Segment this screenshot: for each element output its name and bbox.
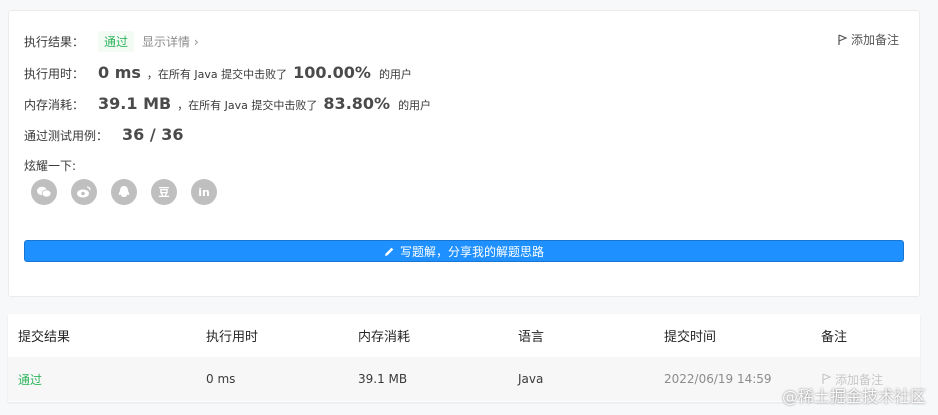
row-language: Java: [518, 372, 544, 386]
row-time: 2022/06/19 14:59: [664, 372, 772, 386]
add-note-button[interactable]: 添加备注: [837, 31, 899, 48]
tests-label: 通过测试用例：: [24, 129, 109, 143]
qq-icon[interactable]: [111, 179, 137, 205]
header-language: 语言: [518, 329, 545, 345]
row-result[interactable]: 通过: [18, 371, 42, 388]
runtime-row: 执行用时： 0 ms ，在所有 Java 提交中击败了 100.00% 的用户: [24, 63, 412, 82]
table-header: 提交结果 执行用时 内存消耗 语言 提交时间 备注: [8, 314, 920, 356]
share-row: 炫耀一下:: [24, 157, 76, 174]
runtime-beat-text: ，在所有 Java 提交中击败了: [146, 68, 288, 81]
memory-beat-text: ，在所有 Java 提交中击败了: [177, 99, 318, 112]
header-runtime: 执行用时: [206, 329, 259, 345]
memory-label: 内存消耗：: [24, 98, 85, 112]
header-memory: 内存消耗: [358, 329, 411, 345]
row-memory: 39.1 MB: [358, 372, 408, 386]
runtime-label: 执行用时：: [24, 67, 85, 81]
pencil-icon: [384, 247, 394, 256]
douban-icon[interactable]: 豆: [151, 179, 177, 205]
flag-icon: [838, 33, 848, 45]
runtime-percent: 100.00%: [293, 63, 371, 82]
runtime-suffix: 的用户: [378, 68, 412, 81]
write-solution-button[interactable]: 写题解，分享我的解题思路: [24, 240, 904, 262]
linkedin-icon[interactable]: in: [191, 179, 217, 205]
status-badge: 通过: [98, 31, 135, 52]
watermark: @稀土掘金技术社区: [782, 383, 926, 407]
result-row: 执行结果： 通过 显示详情 ›: [24, 31, 199, 52]
header-note: 备注: [821, 329, 848, 345]
memory-suffix: 的用户: [398, 99, 432, 112]
add-note-label: 添加备注: [850, 33, 899, 47]
header-result: 提交结果: [18, 329, 71, 345]
watermark-text: @稀土掘金技术社区: [781, 387, 926, 406]
write-solution-label: 写题解，分享我的解题思路: [399, 244, 544, 259]
result-label: 执行结果：: [24, 35, 85, 49]
share-label: 炫耀一下:: [24, 159, 77, 173]
memory-value: 39.1 MB: [98, 94, 172, 113]
tests-row: 通过测试用例： 36 / 36: [24, 125, 190, 144]
row-runtime: 0 ms: [206, 372, 236, 386]
memory-row: 内存消耗： 39.1 MB ，在所有 Java 提交中击败了 83.80% 的用…: [24, 94, 431, 113]
runtime-value: 0 ms: [98, 63, 141, 82]
memory-percent: 83.80%: [323, 94, 391, 113]
share-icons: 豆 in: [31, 179, 217, 205]
tests-value: 36 / 36: [122, 125, 184, 144]
header-time: 提交时间: [664, 329, 717, 345]
wechat-icon[interactable]: [31, 179, 57, 205]
show-detail-link[interactable]: 显示详情 ›: [142, 33, 199, 50]
result-card: 执行结果： 通过 显示详情 › 添加备注 执行用时： 0 ms ，在所有 Jav…: [8, 10, 920, 297]
weibo-icon[interactable]: [71, 179, 97, 205]
